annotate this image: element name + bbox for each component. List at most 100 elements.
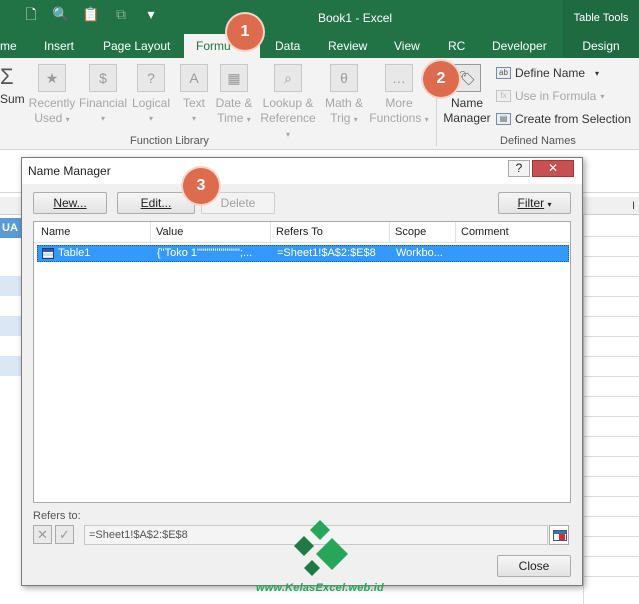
grid-line [583,376,639,377]
table-cell[interactable] [0,276,22,296]
edit-button[interactable]: Edit... [117,192,195,214]
financial-icon: $ [89,64,117,92]
financial-button[interactable]: $ Financial ▾ [78,64,128,126]
recently-used-button[interactable]: ★ Recently Used ▾ [28,64,76,127]
row-name: Table1 [58,247,91,259]
help-button[interactable]: ? [508,160,530,177]
date-time-label-2: Time [217,111,244,125]
tab-insert[interactable]: Insert [44,39,74,53]
customize-icon[interactable]: ▾ [142,5,160,23]
tab-design[interactable]: Design [563,34,639,58]
cancel-edit-icon[interactable]: ✕ [33,525,52,544]
table-cell[interactable] [0,316,22,336]
row-scope: Workbo... [396,247,443,259]
define-name-button[interactable]: ab Define Name ▾ [496,66,599,80]
tab-view[interactable]: View [394,39,420,53]
table-row[interactable]: Table1 {"Toko 1""""""""""";... =Sheet1!$… [37,245,569,262]
column-divider[interactable] [389,222,390,243]
grid-line [583,256,639,257]
table-cell[interactable] [0,356,22,376]
theta-icon: θ [330,64,358,92]
grid-line [583,436,639,437]
logical-button[interactable]: ? Logical ▾ [130,64,172,126]
recently-used-label: Recently [28,96,76,110]
magnifier-icon: ⌕ [274,64,302,92]
math-trig-button[interactable]: θ Math & Trig ▾ [322,64,366,127]
list-header: Name Value Refers To Scope Comment [34,222,570,243]
logical-label: Logical [131,96,171,110]
use-in-formula-label: Use in Formula [515,89,597,103]
dialog-title-bar[interactable]: Name Manager ? ✕ [22,158,582,184]
ribbon: Σ Sum ★ Recently Used ▾ $ Financial ▾ ? … [0,58,639,150]
question-icon: ? [137,64,165,92]
column-header-value[interactable]: Value [156,226,183,238]
formula-icon: fx [496,90,511,102]
lookup-label: Lookup & [262,96,314,110]
filter-button[interactable]: Filter ▾ [498,192,571,214]
column-divider[interactable] [150,222,151,243]
chevron-down-icon: ▾ [547,200,552,209]
edit-button-label: Edit... [140,196,172,210]
header-cell[interactable]: UA [0,218,22,238]
column-header-scope[interactable]: Scope [395,226,426,238]
more-functions-button[interactable]: … More Functions ▾ [368,64,430,127]
column-i-header[interactable]: I [632,200,635,212]
grid-line [583,336,639,337]
dialog-close-button[interactable]: ✕ [532,160,574,177]
grid-line [583,236,639,237]
grid-line [583,516,639,517]
column-header-name[interactable]: Name [41,226,70,238]
close-button[interactable]: Close [497,555,571,577]
tab-review[interactable]: Review [328,39,367,53]
table-tools-label: Table Tools [563,0,639,34]
table-icon [42,248,54,259]
lookup-reference-button[interactable]: ⌕ Lookup & Reference ▾ [258,64,318,142]
date-time-button[interactable]: ▦ Date & Time ▾ [214,64,254,127]
callout-1: 1 [227,14,263,50]
window-title: Book1 - Excel [318,11,393,25]
math-label: Math & [324,96,363,110]
tab-page-layout[interactable]: Page Layout [103,39,170,53]
tab-data[interactable]: Data [275,39,300,53]
grid-line [583,276,639,277]
names-list[interactable]: Name Value Refers To Scope Comment Table… [33,221,571,503]
column-divider[interactable] [455,222,456,243]
chevron-down-icon: ▾ [595,68,600,78]
column-divider[interactable] [270,222,271,243]
filter-button-label: Filter [517,196,545,210]
grid-line [583,316,639,317]
grid-line [583,215,584,604]
refers-to-label: Refers to: [33,510,81,522]
create-from-selection-label: Create from Selection [515,112,632,126]
confirm-edit-icon[interactable]: ✓ [55,525,74,544]
text-button[interactable]: A Text ▾ [178,64,210,126]
print-preview-icon[interactable]: 🔍 [52,5,70,23]
collapse-dialog-icon[interactable] [549,525,569,545]
tab-home[interactable]: me [0,39,17,53]
math-label-2: Trig [330,111,351,125]
tab-rc[interactable]: RC [448,39,465,53]
more-label-2: Functions [369,111,422,125]
ribbon-tabs: me Insert Page Layout Formu Data Review … [0,34,639,58]
autosum-button[interactable]: Σ Sum [0,64,26,107]
sigma-icon: Σ [0,64,14,89]
new-button[interactable]: New... [33,192,107,214]
disabled-icon: ⧉ [116,6,126,22]
column-header-comment[interactable]: Comment [461,226,509,238]
grid-line [583,496,639,497]
grid-line [583,456,639,457]
date-time-label: Date & [215,96,253,110]
grid-line [583,556,639,557]
create-selection-icon: ▤ [496,113,511,125]
use-in-formula-button[interactable]: fx Use in Formula ▾ [496,89,604,103]
define-name-label: Define Name [515,66,586,80]
calendar-icon: ▦ [220,64,248,92]
paste-icon[interactable]: 📋 [82,5,100,23]
tab-developer[interactable]: Developer [492,39,547,53]
text-a-icon: A [180,64,208,92]
grid-line [583,396,639,397]
row-value: {"Toko 1""""""""""";... [157,247,253,259]
new-document-icon[interactable]: 🗋 [22,5,40,23]
column-header-refers-to[interactable]: Refers To [276,226,323,238]
create-from-selection-button[interactable]: ▤ Create from Selection [496,112,631,126]
